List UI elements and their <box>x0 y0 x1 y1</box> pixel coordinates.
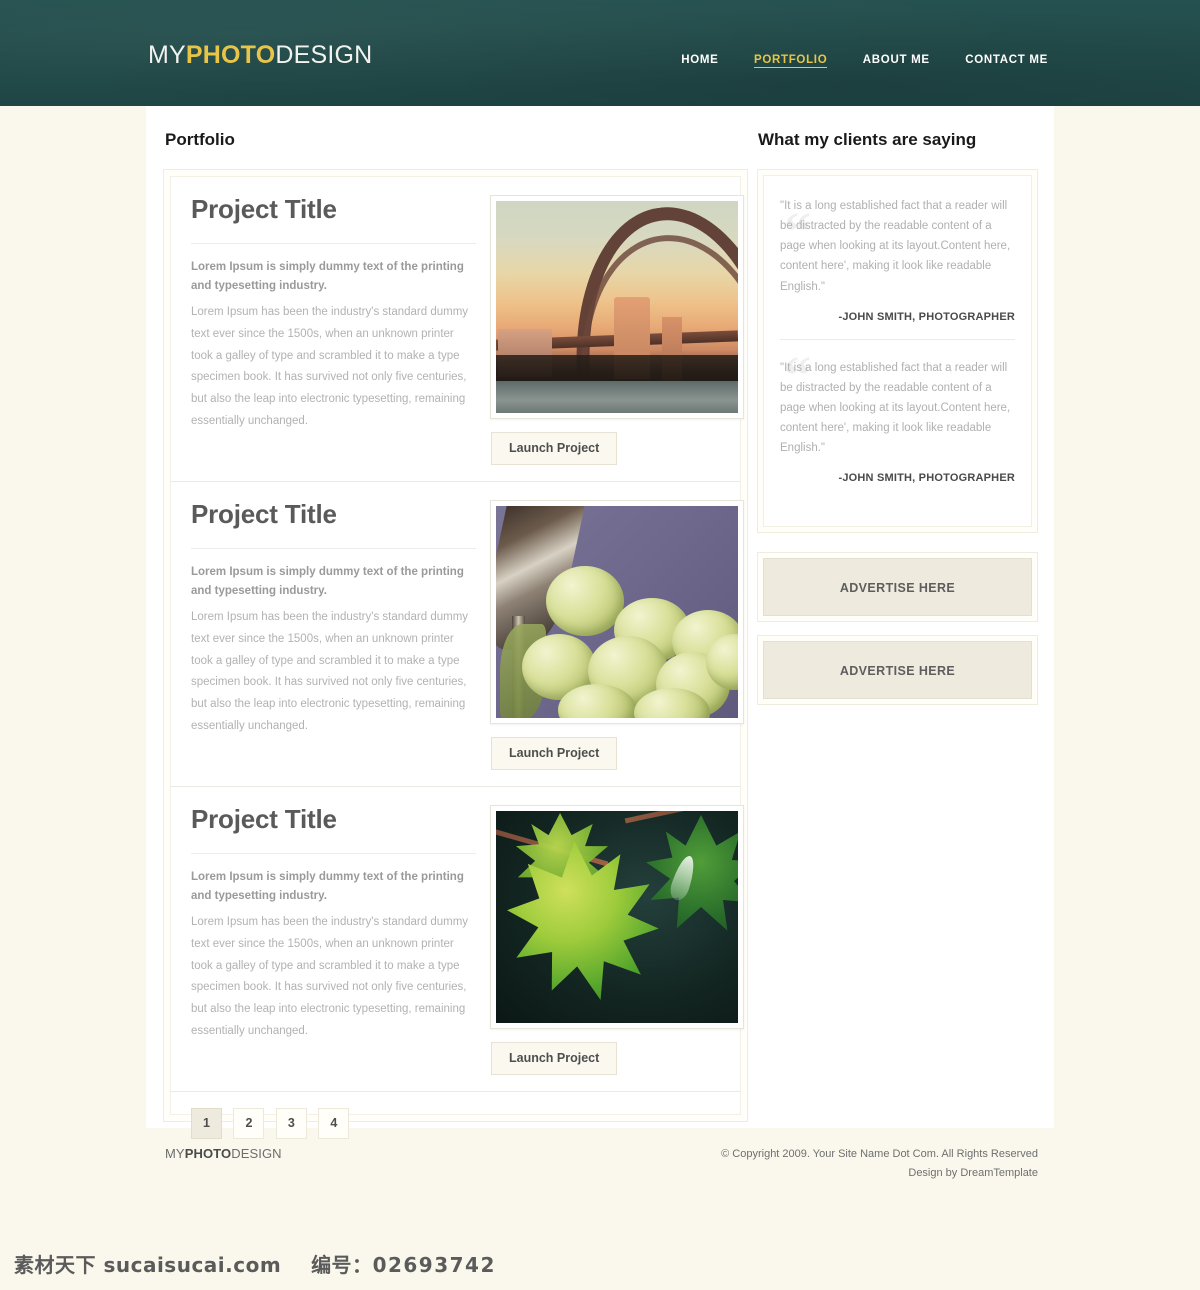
page-title: Portfolio <box>165 130 235 149</box>
nav-item-portfolio[interactable]: PORTFOLIO <box>753 54 828 68</box>
portfolio-item-text: Project Title Lorem Ipsum is simply dumm… <box>191 499 476 770</box>
maple-leaf-shape <box>503 836 664 1006</box>
advertise-slot[interactable]: ADVERTISE HERE <box>757 552 1038 623</box>
portfolio-item: Project Title Lorem Ipsum is simply dumm… <box>171 482 744 787</box>
testimonial: “ "It is a long established fact that a … <box>780 196 1015 339</box>
sydney-harbour-bridge-sunset-image <box>496 201 738 413</box>
portfolio-item-lead: Lorem Ipsum is simply dummy text of the … <box>191 565 464 597</box>
testimonials-heading: What my clients are saying <box>758 130 977 149</box>
testimonial-text: "It is a long established fact that a re… <box>780 200 1011 293</box>
watermark-number: 02693742 <box>372 1253 496 1277</box>
site-header: MYPHOTODESIGN HOME PORTFOLIO ABOUT ME CO… <box>0 0 1200 106</box>
portfolio-item: Project Title Lorem Ipsum is simply dumm… <box>171 177 744 482</box>
portfolio-item-lead: Lorem Ipsum is simply dummy text of the … <box>191 870 464 902</box>
footer-logo-part-design: DESIGN <box>231 1146 282 1161</box>
launch-project-button[interactable]: Launch Project <box>491 1042 618 1075</box>
portfolio-item-body: Lorem Ipsum has been the industry's stan… <box>191 610 469 733</box>
nav-item-about-me[interactable]: ABOUT ME <box>863 54 930 66</box>
portfolio-item-text: Project Title Lorem Ipsum is simply dumm… <box>191 804 476 1075</box>
portfolio-item-thumb-frame[interactable] <box>490 195 744 419</box>
advertise-slot[interactable]: ADVERTISE HERE <box>757 635 1038 706</box>
backlit-maple-leaf-image <box>496 811 738 1023</box>
portfolio-list: Project Title Lorem Ipsum is simply dumm… <box>163 169 748 1139</box>
sidebar: “ "It is a long established fact that a … <box>757 169 1038 718</box>
testimonial: “ "It is a long established fact that a … <box>780 338 1015 501</box>
footer-logo-part-photo: PHOTO <box>184 1146 232 1161</box>
logo-part-my: MY <box>148 41 186 69</box>
portfolio-item-thumb-frame[interactable] <box>490 805 744 1029</box>
portfolio-item-title: Project Title <box>191 499 476 549</box>
content-panel: Portfolio What my clients are saying Pro… <box>146 106 1054 1139</box>
footer-copyright-text: © Copyright 2009. Your Site Name Dot Com… <box>721 1148 1038 1160</box>
testimonial-text: "It is a long established fact that a re… <box>780 361 1011 455</box>
white-grapes-and-wine-glass-image <box>496 506 738 718</box>
testimonial-author: -JOHN SMITH, PHOTOGRAPHER <box>838 310 1015 323</box>
testimonial-author: -JOHN SMITH, PHOTOGRAPHER <box>838 472 1015 485</box>
stock-site-watermark: 素材天下 sucaisucai.com 编号：02693742 <box>14 1249 496 1278</box>
portfolio-item-media: Launch Project <box>476 805 744 1075</box>
portfolio-item-media: Launch Project <box>476 500 744 770</box>
footer-logo[interactable]: MYPHOTODESIGN <box>165 1146 282 1161</box>
portfolio-item-text: Project Title Lorem Ipsum is simply dumm… <box>191 194 476 465</box>
grape-shape <box>546 566 624 636</box>
site-footer: MYPHOTODESIGN © Copyright 2009. Your Sit… <box>146 1128 1054 1208</box>
portfolio-item-body: Lorem Ipsum has been the industry's stan… <box>191 915 469 1038</box>
portfolio-item-lead: Lorem Ipsum is simply dummy text of the … <box>191 260 464 292</box>
page-root: MYPHOTODESIGN HOME PORTFOLIO ABOUT ME CO… <box>0 0 1200 1290</box>
harbour-water-shape <box>496 381 738 413</box>
portfolio-item-body: Lorem Ipsum has been the industry's stan… <box>191 305 469 428</box>
branch-secondary-shape <box>624 811 734 824</box>
launch-project-button[interactable]: Launch Project <box>491 432 618 465</box>
footer-logo-part-my: MY <box>165 1146 185 1161</box>
portfolio-item-title: Project Title <box>191 804 476 854</box>
logo-part-photo: PHOTO <box>185 41 276 69</box>
logo-part-design: DESIGN <box>275 41 373 69</box>
footer-credit-text: Design by DreamTemplate <box>908 1167 1038 1180</box>
testimonials-panel: “ "It is a long established fact that a … <box>757 169 1038 534</box>
portfolio-item-media: Launch Project <box>476 195 744 465</box>
watermark-site: 素材天下 sucaisucai.com <box>14 1253 282 1277</box>
main-navigation: HOME PORTFOLIO ABOUT ME CONTACT ME <box>650 50 1048 68</box>
portfolio-item-thumb-frame[interactable] <box>490 500 744 724</box>
portfolio-item: Project Title Lorem Ipsum is simply dumm… <box>171 787 744 1092</box>
advertise-slot-label: ADVERTISE HERE <box>763 641 1032 700</box>
nav-item-contact-me[interactable]: CONTACT ME <box>965 54 1048 66</box>
header-inner: MYPHOTODESIGN HOME PORTFOLIO ABOUT ME CO… <box>146 0 1054 106</box>
testimonials-panel-inner: “ "It is a long established fact that a … <box>763 175 1032 528</box>
advertise-slot-label: ADVERTISE HERE <box>763 558 1032 617</box>
site-logo[interactable]: MYPHOTODESIGN <box>148 43 372 68</box>
watermark-label: 编号： <box>311 1253 373 1277</box>
nav-item-home[interactable]: HOME <box>681 54 718 66</box>
portfolio-item-title: Project Title <box>191 194 476 244</box>
launch-project-button[interactable]: Launch Project <box>491 737 618 770</box>
footer-copyright-block: © Copyright 2009. Your Site Name Dot Com… <box>721 1145 1038 1184</box>
portfolio-list-inner: Project Title Lorem Ipsum is simply dumm… <box>170 176 744 1139</box>
